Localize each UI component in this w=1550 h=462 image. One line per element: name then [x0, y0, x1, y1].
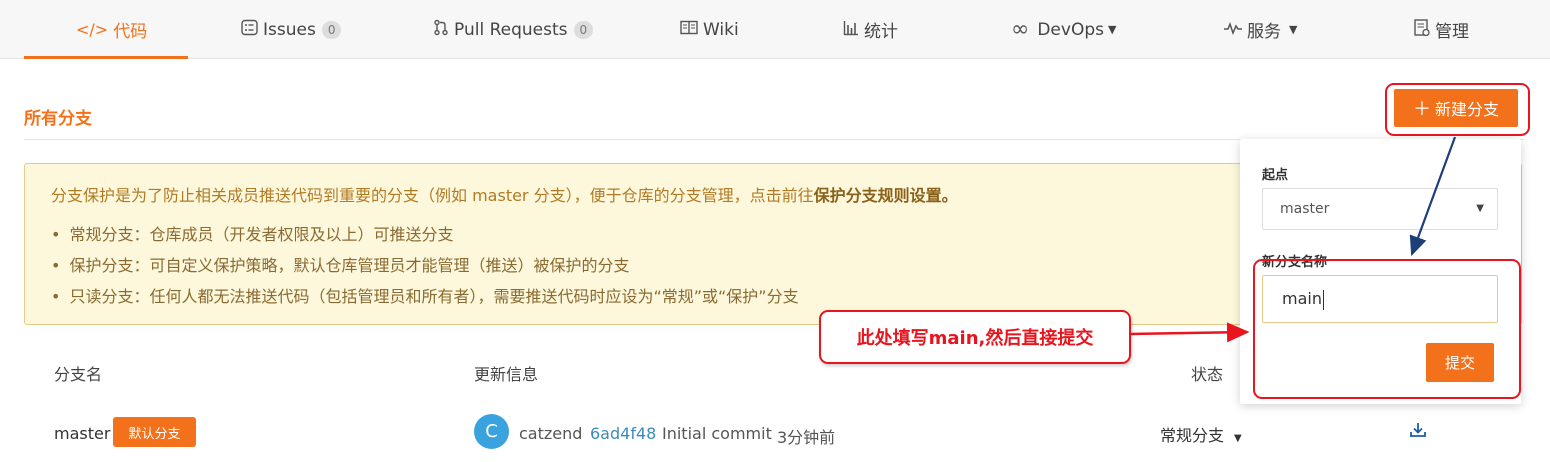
annotation-callout: 此处填写main,然后直接提交	[819, 310, 1131, 364]
commit-message: Initial commit	[662, 424, 772, 443]
tab-label: 服务	[1247, 22, 1281, 42]
page-title: 所有分支	[24, 109, 92, 129]
default-branch-badge: 默认分支	[113, 417, 196, 447]
bar-chart-icon	[843, 20, 859, 40]
chevron-down-icon: ▼	[1234, 433, 1242, 444]
origin-value: master	[1280, 201, 1330, 217]
book-icon	[680, 20, 698, 39]
annotation-highlight-form	[1253, 259, 1521, 399]
tab-label: 管理	[1435, 22, 1469, 42]
tab-label: Pull Requests	[454, 19, 568, 40]
branch-status-select[interactable]: 常规分支 ▼	[1160, 422, 1242, 446]
tab-label: 统计	[864, 22, 898, 42]
annotation-highlight-new-branch	[1385, 83, 1530, 136]
download-icon[interactable]	[1408, 420, 1428, 440]
commit-author-link[interactable]: catzend	[519, 424, 582, 443]
origin-select[interactable]: master ▼	[1262, 188, 1498, 230]
pr-count-badge: 0	[573, 20, 594, 39]
chevron-down-icon: ▼	[1476, 203, 1484, 214]
column-header-name: 分支名	[54, 365, 103, 384]
notice-list: 常规分支：仓库成员（开发者权限及以上）可推送分支 保护分支：可自定义保护策略，默…	[51, 224, 799, 317]
issues-icon	[241, 19, 258, 40]
commit-time: 3分钟前	[777, 428, 836, 447]
issues-count-badge: 0	[321, 20, 342, 39]
protection-settings-link[interactable]: 保护分支规则设置。	[814, 186, 958, 205]
chevron-down-icon: ▼	[1289, 23, 1298, 36]
tab-label: Issues	[263, 19, 316, 40]
code-icon: </>	[76, 20, 109, 39]
tab-issues[interactable]: Issues 0	[241, 0, 342, 59]
tab-wiki[interactable]: Wiki	[680, 0, 739, 59]
origin-label: 起点	[1262, 168, 1289, 183]
tab-stats[interactable]: 统计	[843, 0, 898, 59]
column-header-update: 更新信息	[474, 365, 539, 384]
notice-heading: 分支保护是为了防止相关成员推送代码到重要的分支（例如 master 分支），便于…	[51, 182, 958, 206]
tab-label: Wiki	[703, 19, 739, 40]
tab-label: DevOps	[1037, 19, 1104, 40]
notice-item: 保护分支：可自定义保护策略，默认仓库管理员才能管理（推送）被保护的分支	[51, 255, 799, 286]
tab-manage[interactable]: 管理	[1414, 0, 1469, 59]
tab-devops[interactable]: ∞ DevOps ▼	[1011, 0, 1116, 59]
branch-name-link[interactable]: master	[54, 424, 110, 443]
notice-item: 只读分支：任何人都无法推送代码（包括管理员和所有者），需要推送代码时应设为“常规…	[51, 286, 798, 317]
active-tab-indicator	[24, 56, 188, 59]
repo-nav: </> 代码 Issues 0 Pull Requests 0 Wiki 统计 …	[0, 0, 1550, 59]
column-header-status: 状态	[1191, 365, 1224, 384]
notice-text: 分支保护是为了防止相关成员推送代码到重要的分支（例如 master 分支），便于…	[51, 186, 814, 205]
tab-label: 代码	[113, 22, 148, 42]
tab-pull-requests[interactable]: Pull Requests 0	[433, 0, 594, 59]
notice-item: 常规分支：仓库成员（开发者权限及以上）可推送分支	[51, 224, 799, 255]
commit-sha-link[interactable]: 6ad4f48	[590, 424, 656, 443]
red-arrow	[1130, 322, 1250, 343]
settings-doc-icon	[1414, 18, 1430, 41]
chevron-down-icon: ▼	[1107, 23, 1117, 36]
tab-services[interactable]: 服务 ▼	[1224, 0, 1297, 59]
tab-code[interactable]: </> 代码	[76, 0, 147, 59]
status-value: 常规分支	[1160, 426, 1225, 445]
pull-request-icon	[433, 19, 449, 40]
avatar[interactable]: C	[474, 414, 509, 449]
pulse-icon	[1224, 20, 1242, 39]
infinity-icon: ∞	[1011, 17, 1030, 42]
